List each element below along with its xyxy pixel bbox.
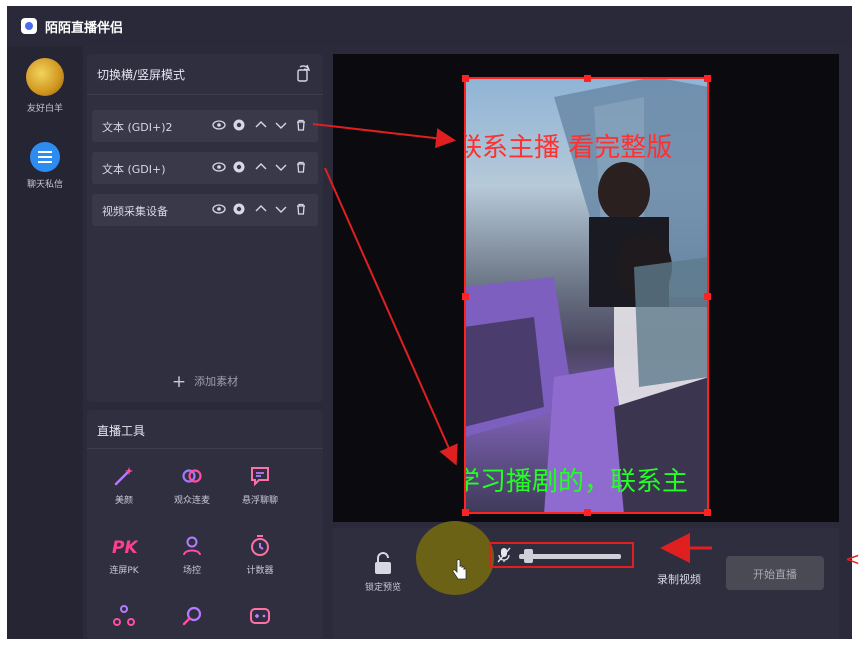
- tool-counter[interactable]: 计数器: [227, 534, 293, 576]
- record-video-button[interactable]: 录制视频: [657, 571, 701, 587]
- sources-panel: 切换横/竖屏模式 文本 (GDI+)2 文本 (GDI+) 视频采集设备 + 添…: [87, 54, 323, 402]
- trash-icon[interactable]: [294, 118, 308, 132]
- resize-handle[interactable]: [462, 293, 469, 300]
- source-row[interactable]: 文本 (GDI+)2: [92, 110, 318, 142]
- settings-gear-icon[interactable]: [232, 202, 246, 216]
- tool-label: 计数器: [246, 566, 274, 576]
- lock-preview-label: 锁定预览: [364, 583, 401, 593]
- eye-icon[interactable]: [212, 118, 226, 132]
- nav-item-messages-label: 聊天私信: [26, 180, 63, 190]
- resize-handle[interactable]: [704, 75, 711, 82]
- resize-handle[interactable]: [704, 293, 711, 300]
- live-tools-panel: 直播工具 美颜 观众连麦 悬浮聊聊 PK 连屏PK 场控 计数器: [87, 410, 323, 639]
- resize-handle[interactable]: [462, 75, 469, 82]
- app-window: 陌陌直播伴侣 友好白羊 聊天私信 切换横/竖屏模式 文本 (GDI+)2 文本 …: [7, 6, 852, 639]
- mic-volume-control[interactable]: [489, 542, 634, 568]
- tool-floating-chat[interactable]: 悬浮聊聊: [227, 464, 293, 506]
- chevron-down-icon[interactable]: [274, 118, 288, 132]
- svg-text:PK: PK: [112, 538, 138, 558]
- tool-pk[interactable]: PK 连屏PK: [91, 534, 157, 576]
- eye-icon[interactable]: [212, 160, 226, 174]
- cropped-annotation-mark: <: [845, 549, 860, 570]
- tool-label: 场控: [182, 566, 201, 576]
- tool-label: 连屏PK: [109, 566, 139, 576]
- source-name: 文本 (GDI+): [102, 163, 166, 176]
- plus-icon: +: [171, 372, 187, 392]
- chat-icon[interactable]: [30, 142, 60, 172]
- nav-item-messages[interactable]: 聊天私信: [7, 142, 83, 190]
- nav-item-profile[interactable]: 友好白羊: [7, 58, 83, 114]
- source-name: 文本 (GDI+)2: [102, 121, 173, 134]
- tool-label: 悬浮聊聊: [241, 496, 278, 506]
- chevron-down-icon[interactable]: [274, 202, 288, 216]
- link-icon: [182, 469, 202, 483]
- tool-search[interactable]: [159, 604, 225, 628]
- lock-preview-button[interactable]: 锁定预览: [357, 552, 409, 593]
- left-nav: 友好白羊 聊天私信: [7, 46, 83, 639]
- chat-bubble-icon: [251, 467, 269, 487]
- source-row[interactable]: 文本 (GDI+): [92, 152, 318, 184]
- resize-handle[interactable]: [704, 509, 711, 516]
- nav-item-profile-label: 友好白羊: [26, 104, 63, 114]
- app-title: 陌陌直播伴侣: [45, 21, 124, 36]
- chevron-up-icon[interactable]: [254, 160, 268, 174]
- rotate-screen-icon[interactable]: [295, 64, 311, 82]
- tool-label: 观众连麦: [173, 496, 210, 506]
- trash-icon[interactable]: [294, 202, 308, 216]
- chevron-down-icon[interactable]: [274, 160, 288, 174]
- resize-handle[interactable]: [584, 509, 591, 516]
- app-logo-icon: [21, 18, 37, 34]
- live-tools-title: 直播工具: [97, 424, 146, 438]
- tool-label: 美颜: [114, 496, 133, 506]
- panel-divider: [87, 448, 323, 449]
- settings-gear-icon[interactable]: [232, 160, 246, 174]
- sources-panel-title: 切换横/竖屏模式: [97, 68, 186, 82]
- share-icon: [113, 605, 135, 626]
- panel-divider: [87, 94, 323, 95]
- mic-muted-icon[interactable]: [497, 547, 511, 563]
- eye-icon[interactable]: [212, 202, 226, 216]
- avatar[interactable]: [26, 58, 64, 96]
- timer-icon: [251, 535, 269, 556]
- cursor-highlight: [416, 521, 494, 595]
- search-icon: [182, 606, 202, 626]
- tool-beauty[interactable]: 美颜: [91, 464, 157, 506]
- add-source-button[interactable]: + 添加素材: [87, 372, 323, 392]
- volume-slider-handle[interactable]: [523, 549, 533, 563]
- trash-icon[interactable]: [294, 160, 308, 174]
- settings-gear-icon[interactable]: [232, 118, 246, 132]
- tool-share[interactable]: [91, 604, 157, 628]
- tool-co-host[interactable]: 观众连麦: [159, 464, 225, 506]
- chevron-up-icon[interactable]: [254, 202, 268, 216]
- preview-canvas[interactable]: 联系主播 看完整版 学习播剧的，联系主: [333, 54, 839, 522]
- source-name: 视频采集设备: [102, 205, 168, 218]
- user-icon: [183, 536, 201, 556]
- volume-slider-track[interactable]: [519, 554, 621, 559]
- title-bar: 陌陌直播伴侣: [7, 6, 852, 46]
- add-source-label: 添加素材: [194, 375, 239, 388]
- pk-icon: PK: [112, 538, 138, 558]
- chevron-up-icon[interactable]: [254, 118, 268, 132]
- bottom-control-bar: 锁定预览 录制视频 开始直播: [333, 521, 839, 639]
- tool-moderator[interactable]: 场控: [159, 534, 225, 576]
- selection-frame[interactable]: [462, 75, 711, 516]
- resize-handle[interactable]: [462, 509, 469, 516]
- unlock-icon: [375, 552, 391, 574]
- magic-wand-icon: [114, 467, 133, 486]
- source-row[interactable]: 视频采集设备: [92, 194, 318, 226]
- gamepad-icon: [250, 608, 270, 624]
- resize-handle[interactable]: [584, 75, 591, 82]
- tool-game[interactable]: [227, 604, 293, 628]
- start-live-button[interactable]: 开始直播: [726, 556, 824, 590]
- hand-cursor-icon: [452, 559, 467, 580]
